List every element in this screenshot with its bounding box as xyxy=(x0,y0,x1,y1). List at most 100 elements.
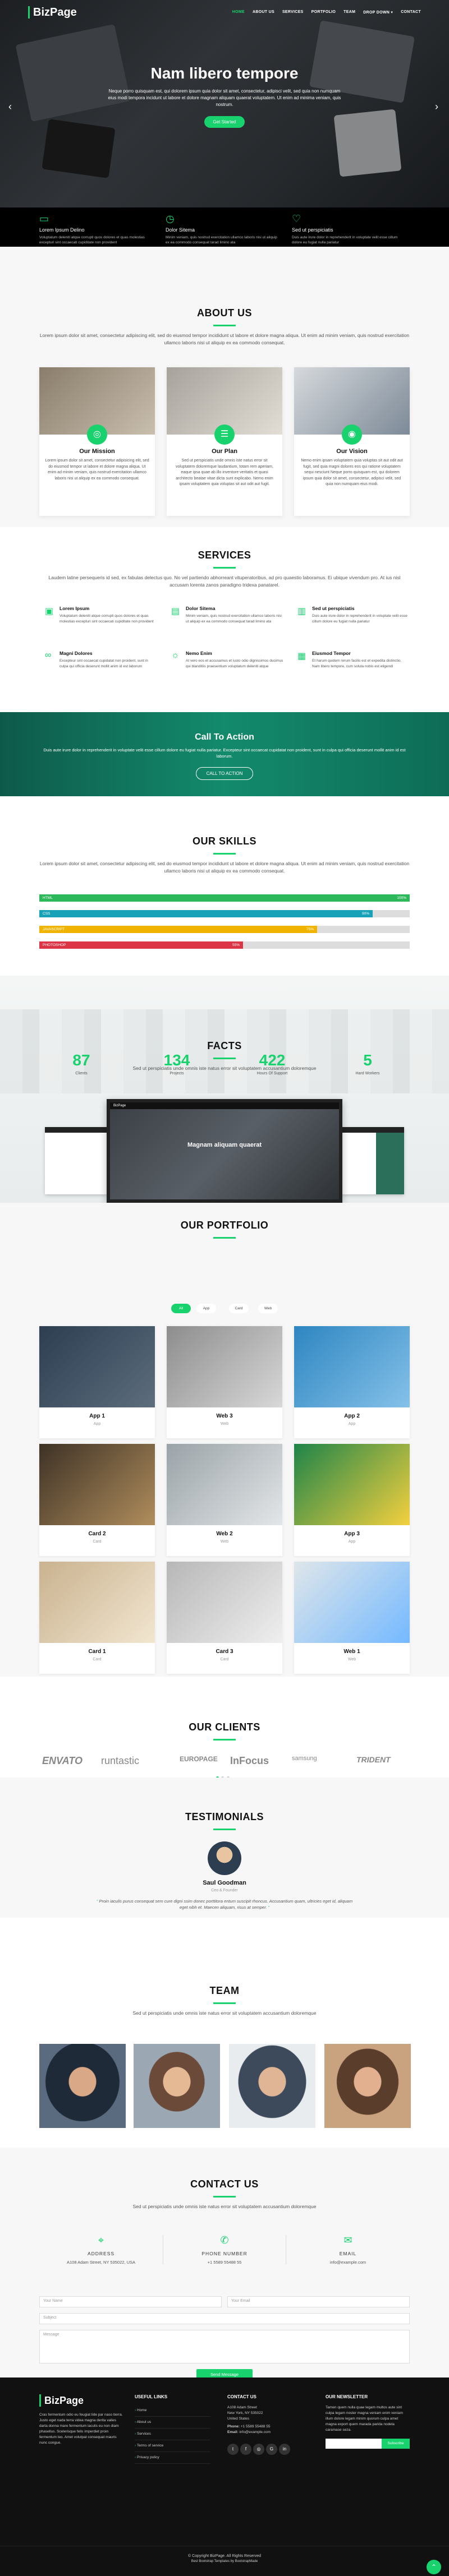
twitter-icon[interactable]: t xyxy=(227,2444,239,2455)
portfolio-item[interactable]: Card 1 Card xyxy=(39,1562,155,1674)
footer-link-home[interactable]: › Home xyxy=(135,2405,210,2417)
service-title[interactable]: Sed ut perspiciatis xyxy=(312,606,410,611)
linkedin-icon[interactable]: in xyxy=(279,2444,290,2455)
contact-info-value[interactable]: info@example.com xyxy=(286,2260,410,2265)
skills-title: OUR SKILLS xyxy=(39,835,410,855)
portfolio-item-title[interactable]: App 2 xyxy=(294,1413,410,1419)
email-field[interactable]: Your Email xyxy=(227,2296,410,2307)
fact-item: 422 Hours Of Support xyxy=(230,1051,314,1075)
service-title[interactable]: Nemo Enim xyxy=(186,650,283,656)
filter-web[interactable]: Web xyxy=(258,1304,278,1313)
back-to-top-icon[interactable]: ⌃ xyxy=(427,2560,441,2574)
quote-open-icon: “ xyxy=(96,1899,98,1904)
portfolio-item-title[interactable]: App 1 xyxy=(39,1413,155,1419)
contact-info-value[interactable]: +1 5589 55488 55 xyxy=(163,2260,286,2265)
clients-title: OUR CLIENTS xyxy=(39,1721,410,1741)
top-navigation: BizPage HOME ABOUT US SERVICES PORTFOLIO… xyxy=(0,0,449,25)
portfolio-item[interactable]: Card 2 Card xyxy=(39,1444,155,1556)
footer-links-title: USEFUL LINKS xyxy=(135,2394,168,2399)
nav-about[interactable]: ABOUT US xyxy=(253,10,274,15)
filter-all[interactable]: All xyxy=(171,1304,191,1313)
nav-services[interactable]: SERVICES xyxy=(282,10,304,15)
facebook-icon[interactable]: f xyxy=(240,2444,251,2455)
nav-home[interactable]: HOME xyxy=(232,10,245,15)
chevron-down-icon: ▾ xyxy=(391,11,393,15)
mockup-logo: BizPage xyxy=(110,1102,339,1109)
footer-link-services[interactable]: › Services xyxy=(135,2429,210,2440)
footer-logo[interactable]: BizPage xyxy=(39,2394,123,2407)
site-logo[interactable]: BizPage xyxy=(28,6,77,19)
portfolio-item[interactable]: Web 3 Web xyxy=(167,1326,282,1438)
service-title[interactable]: Eiusmod Tempor xyxy=(312,650,410,656)
footer-phone-label: Phone: xyxy=(227,2425,240,2429)
portfolio-item[interactable]: Web 1 Web xyxy=(294,1562,410,1674)
carousel-indicators xyxy=(0,202,449,207)
portfolio-item-category: App xyxy=(93,1422,101,1426)
footer-phone[interactable]: +1 5589 55488 55 xyxy=(241,2425,271,2429)
mockup-panel xyxy=(376,1133,404,1194)
subscribe-button[interactable]: Subscribe xyxy=(382,2439,410,2449)
about-card-text: Nemo enim ipsam voluptatem quia voluptas… xyxy=(301,459,403,486)
portfolio-item-title[interactable]: Web 2 xyxy=(167,1531,282,1537)
chevron-right-icon: › xyxy=(135,2444,136,2448)
google-plus-icon[interactable]: G xyxy=(266,2444,277,2455)
newsletter-form: Subscribe xyxy=(326,2439,410,2449)
service-item: ▣ Lorem Ipsum Voluptatum deleniti atque co… xyxy=(45,606,157,624)
portfolio-item[interactable]: App 2 App xyxy=(294,1326,410,1438)
prev-arrow-icon[interactable]: ‹ xyxy=(8,101,12,113)
portfolio-item[interactable]: App 3 App xyxy=(294,1444,410,1556)
team-member-photo[interactable] xyxy=(324,2044,411,2128)
service-title[interactable]: Lorem Ipsum xyxy=(59,606,157,611)
footer-link-label: Home xyxy=(136,2408,147,2412)
name-field[interactable]: Your Name xyxy=(39,2296,222,2307)
nav-dropdown[interactable]: DROP DOWN ▾ xyxy=(363,10,393,15)
portfolio-item-title[interactable]: Card 2 xyxy=(39,1531,155,1537)
get-started-button[interactable]: Get Started xyxy=(204,116,245,128)
skill-fill: CSS 90% xyxy=(39,910,373,917)
footer-link-about[interactable]: › About us xyxy=(135,2417,210,2429)
filter-app[interactable]: App xyxy=(196,1304,216,1313)
cta-button[interactable]: CALL TO ACTION xyxy=(195,767,254,780)
call-to-action: Call To Action Duis aute irure dolor in … xyxy=(0,712,449,796)
service-title[interactable]: Dolor Sitema xyxy=(186,606,283,611)
footer-link-privacy[interactable]: › Privacy policy xyxy=(135,2452,210,2464)
newsletter-email-input[interactable] xyxy=(326,2439,382,2449)
skill-name: HTML xyxy=(43,896,53,900)
service-text: Minim veniam, quis nostrud exercitation … xyxy=(186,614,282,624)
team-member-photo[interactable] xyxy=(39,2044,126,2128)
mockup-laptop: BizPage Magnam aliquam quaerat xyxy=(107,1099,342,1203)
portfolio-item-title[interactable]: App 3 xyxy=(294,1531,410,1537)
portfolio-item[interactable]: Web 2 Web xyxy=(167,1444,282,1556)
copyright: © Copyright BizPage. All Rights Reserved… xyxy=(0,2554,449,2563)
footer-link-terms[interactable]: › Terms of service xyxy=(135,2440,210,2452)
next-arrow-icon[interactable]: › xyxy=(435,101,438,113)
portfolio-item-title[interactable]: Web 3 xyxy=(167,1413,282,1419)
footer-email[interactable]: info@example.com xyxy=(239,2430,271,2434)
service-text: Et harum quidem rerum facilis est et exp… xyxy=(312,659,402,668)
cta-title: Call To Action xyxy=(195,732,254,742)
instagram-icon[interactable]: ◎ xyxy=(253,2444,264,2455)
contact-info-value: A108 Adam Street, NY 535022, USA xyxy=(66,2260,136,2265)
skill-bar: JAVASCRIPT 75% xyxy=(39,926,410,933)
fact-label: Hours Of Support xyxy=(256,1072,288,1075)
portfolio-item-title[interactable]: Web 1 xyxy=(294,1649,410,1655)
nav-contact[interactable]: CONTACT xyxy=(401,10,421,15)
credits-text[interactable]: Best Bootstrap Templates by BootstrapMad… xyxy=(0,2560,449,2563)
testimonials-title: TESTIMONIALS xyxy=(39,1811,410,1830)
fact-label: Hard Workers xyxy=(355,1072,380,1075)
team-member-photo[interactable] xyxy=(229,2044,315,2128)
portfolio-item[interactable]: Card 3 Card xyxy=(167,1562,282,1674)
portfolio-item-title[interactable]: Card 3 xyxy=(167,1649,282,1655)
filter-card[interactable]: Card xyxy=(229,1304,249,1313)
clipboard-icon: ▭ xyxy=(39,213,49,224)
nav-team[interactable]: TEAM xyxy=(343,10,355,15)
portfolio-item-title[interactable]: Card 1 xyxy=(39,1649,155,1655)
footer-link-label: About us xyxy=(136,2420,152,2424)
message-field[interactable]: Message xyxy=(39,2330,410,2363)
portfolio-item[interactable]: App 1 App xyxy=(39,1326,155,1438)
team-member-photo[interactable] xyxy=(134,2044,220,2128)
about-card-mission: ◎ Our Mission Lorem ipsum dolor sit amet… xyxy=(39,367,155,516)
subject-field[interactable]: Subject xyxy=(39,2313,410,2324)
nav-portfolio[interactable]: PORTFOLIO xyxy=(311,10,336,15)
service-title[interactable]: Magni Dolores xyxy=(59,650,157,656)
